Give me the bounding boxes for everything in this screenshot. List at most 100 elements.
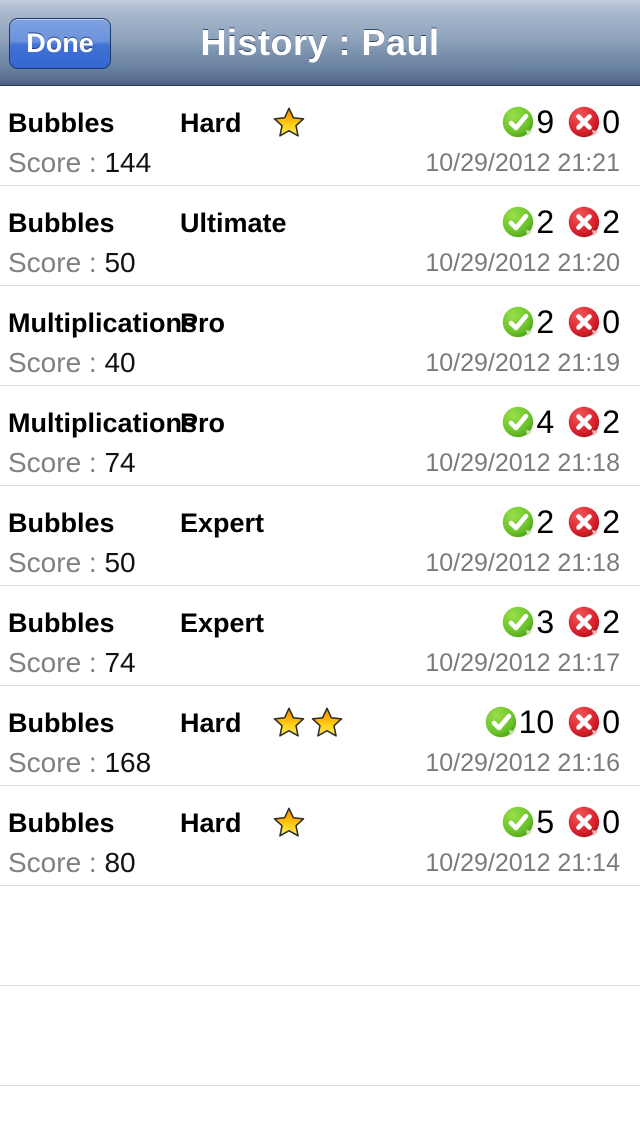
game-name: Bubbles [8, 508, 115, 538]
difficulty-label: Expert [180, 608, 265, 638]
difficulty-label: Hard [180, 708, 242, 738]
correct-count-group: 9 [502, 101, 554, 143]
correct-count: 5 [536, 804, 555, 840]
done-button[interactable]: Done [9, 18, 111, 69]
table-row[interactable]: Bubbles Ultimate 2 2 Score : 50 10/29/2012 21… [0, 186, 640, 286]
correct-count-group: 2 [502, 501, 554, 543]
correct-count: 2 [536, 504, 555, 540]
wrong-count-group: 0 [568, 801, 620, 843]
score-label: Score : [8, 347, 105, 378]
correct-count: 4 [536, 404, 555, 440]
difficulty-label: Pro [180, 308, 226, 338]
difficulty-label: Hard [180, 808, 242, 838]
score-value: 74 [104, 447, 136, 478]
score-label: Score : [8, 447, 105, 478]
row-secondary-line: Score : 74 10/29/2012 21:17 [0, 644, 640, 682]
row-primary-line: Bubbles Hard 5 0 [0, 802, 640, 844]
row-primary-line: Bubbles Expert 3 2 [0, 602, 640, 644]
score-text: Score : 50 [8, 544, 136, 582]
score-label: Score : [8, 147, 105, 178]
check-badge-icon [503, 806, 534, 838]
check-badge-icon [503, 106, 534, 138]
timestamp: 10/29/2012 21:16 [425, 749, 620, 777]
wrong-count-group: 0 [568, 301, 620, 343]
check-badge-icon [503, 406, 534, 438]
timestamp: 10/29/2012 21:18 [425, 549, 620, 577]
score-text: Score : 40 [8, 344, 136, 382]
wrong-count: 2 [602, 604, 620, 640]
difficulty-label: Expert [180, 508, 265, 538]
x-badge-icon [568, 806, 600, 838]
table-row[interactable]: Bubbles Expert 3 2 Score : 74 10/29/2012 21:1… [0, 586, 640, 686]
score-label: Score : [8, 847, 105, 878]
game-name: Multiplications [8, 408, 197, 438]
wrong-count: 0 [602, 104, 620, 140]
score-text: Score : 50 [8, 244, 136, 282]
star-icon [273, 107, 305, 137]
wrong-count-group: 2 [568, 501, 620, 543]
correct-count-group: 4 [502, 401, 554, 443]
difficulty-label: Pro [180, 408, 226, 438]
star-icon [311, 707, 343, 737]
score-text: Score : 80 [8, 844, 136, 882]
score-text: Score : 144 [8, 144, 151, 182]
row-secondary-line: Score : 50 10/29/2012 21:18 [0, 544, 640, 582]
check-badge-icon [503, 506, 534, 538]
wrong-count: 0 [602, 304, 620, 340]
wrong-count: 2 [602, 204, 620, 240]
row-primary-line: Bubbles Ultimate 2 2 [0, 202, 640, 244]
answer-counts: 42 [502, 401, 620, 443]
row-secondary-line: Score : 40 10/29/2012 21:19 [0, 344, 640, 382]
check-badge-icon [503, 206, 534, 238]
wrong-count: 2 [602, 404, 620, 440]
table-row[interactable]: Bubbles Hard 5 0 Score : 80 10/29/2012 21:14 [0, 786, 640, 886]
answer-counts: 22 [502, 501, 620, 543]
check-badge-icon [503, 306, 534, 338]
row-primary-line: Multiplications Pro 4 2 [0, 402, 640, 444]
table-row-empty [0, 886, 640, 986]
row-primary-line: Multiplications Pro 2 0 [0, 302, 640, 344]
x-badge-icon [568, 306, 600, 338]
star-icon [273, 707, 305, 737]
timestamp: 10/29/2012 21:19 [425, 349, 620, 377]
difficulty-label: Ultimate [180, 208, 287, 238]
score-text: Score : 74 [8, 444, 136, 482]
row-primary-line: Bubbles Expert 2 2 [0, 502, 640, 544]
table-row-empty [0, 1086, 640, 1136]
answer-counts: 90 [502, 101, 620, 143]
row-secondary-line: Score : 168 10/29/2012 21:16 [0, 744, 640, 782]
score-value: 168 [104, 747, 152, 778]
correct-count: 3 [536, 604, 555, 640]
score-value: 40 [104, 347, 136, 378]
table-row[interactable]: Bubbles Expert 2 2 Score : 50 10/29/2012 21:1… [0, 486, 640, 586]
page-title: History : Paul [200, 21, 440, 63]
x-badge-icon [568, 506, 600, 538]
game-name: Multiplications [8, 308, 197, 338]
x-badge-icon [568, 606, 600, 638]
timestamp: 10/29/2012 21:17 [425, 649, 620, 677]
x-badge-icon [568, 206, 600, 238]
score-value: 50 [104, 247, 136, 278]
timestamp: 10/29/2012 21:18 [425, 449, 620, 477]
table-row[interactable]: Multiplications Pro 4 2 Score : 74 10/29/2012… [0, 386, 640, 486]
game-name: Bubbles [8, 608, 115, 638]
row-primary-line: Bubbles Hard 10 0 [0, 702, 640, 744]
row-secondary-line: Score : 144 10/29/2012 21:21 [0, 144, 640, 182]
table-row[interactable]: Multiplications Pro 2 0 Score : 40 10/29/2012… [0, 286, 640, 386]
answer-counts: 22 [502, 201, 620, 243]
star-icon [273, 807, 305, 837]
timestamp: 10/29/2012 21:14 [425, 849, 620, 877]
game-name: Bubbles [8, 708, 115, 738]
check-badge-icon [485, 706, 516, 738]
answer-counts: 10 0 [485, 701, 620, 743]
wrong-count: 0 [602, 704, 620, 740]
navigation-bar: Done History : Paul [0, 0, 640, 86]
correct-count-group: 3 [502, 601, 554, 643]
wrong-count: 2 [602, 504, 620, 540]
wrong-count-group: 0 [568, 101, 620, 143]
score-label: Score : [8, 247, 105, 278]
table-row[interactable]: Bubbles Hard 9 0 Score : 144 10/29/2012 21:21 [0, 86, 640, 186]
row-secondary-line: Score : 74 10/29/2012 21:18 [0, 444, 640, 482]
correct-count: 2 [536, 204, 555, 240]
table-row[interactable]: Bubbles Hard 10 0 Score : 168 10/29/2012 21:1… [0, 686, 640, 786]
